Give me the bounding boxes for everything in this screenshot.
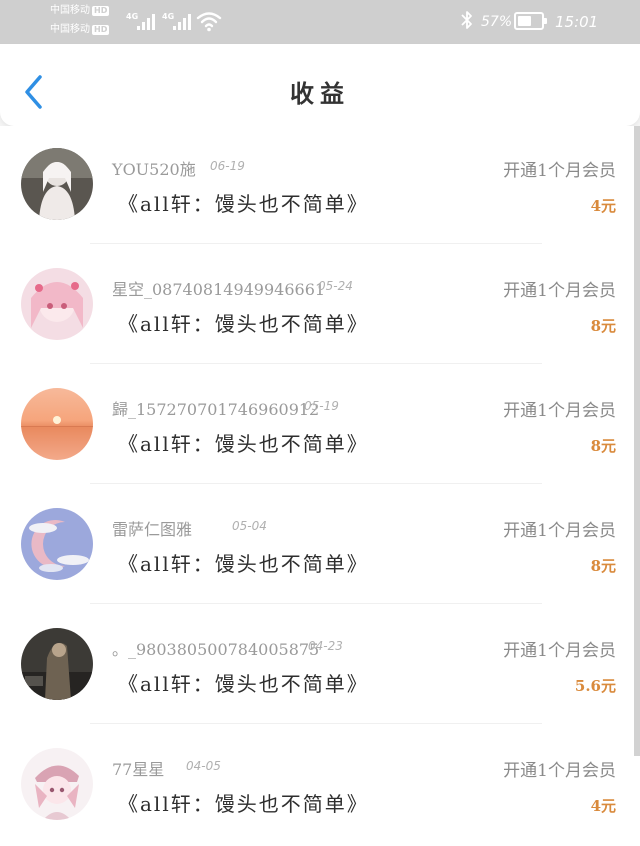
title: 《all轩：馒头也不简单》 xyxy=(118,792,369,816)
wifi-icon xyxy=(196,12,222,32)
title: 《all轩：馒头也不简单》 xyxy=(118,312,369,336)
list-item[interactable]: 歸_157270701746960912 05-19 《all轩：馒头也不简单》… xyxy=(0,366,632,486)
username: YOU520施 xyxy=(112,160,196,179)
list-item[interactable]: 77星星 04-05 《all轩：馒头也不简单》 开通1个月会员 4元 xyxy=(0,726,632,846)
list-item[interactable]: 。_980380500784005875 04-23 《all轩：馒头也不简单》… xyxy=(0,606,632,726)
list-item[interactable]: YOU520施 06-19 《all轩：馒头也不简单》 开通1个月会员 4元 xyxy=(0,126,632,246)
signal-icon: 4G xyxy=(126,12,158,30)
description: 开通1个月会员 xyxy=(503,761,616,781)
title: 《all轩：馒头也不简单》 xyxy=(118,552,369,576)
carrier-2: 中国移动 HD xyxy=(50,24,110,36)
avatar xyxy=(21,508,93,580)
description: 开通1个月会员 xyxy=(503,401,616,421)
description: 开通1个月会员 xyxy=(503,641,616,661)
amount: 8元 xyxy=(590,437,616,455)
username: 歸_157270701746960912 xyxy=(112,400,320,419)
list-item[interactable]: 星空_08740814949946661 05-24 《all轩：馒头也不简单》… xyxy=(0,246,632,366)
date: 05-19 xyxy=(304,399,339,413)
username: 雷萨仁图雅 xyxy=(112,520,193,539)
carrier-1: 中国移动 HD xyxy=(50,5,110,17)
clock: 15:01 xyxy=(555,13,599,31)
divider xyxy=(90,723,542,724)
battery-fill xyxy=(518,16,531,26)
scrollbar[interactable] xyxy=(634,126,640,756)
network-label-1: 4G xyxy=(126,12,139,21)
avatar xyxy=(21,268,93,340)
title: 《all轩：馒头也不简单》 xyxy=(118,672,369,696)
divider xyxy=(90,483,542,484)
bluetooth-icon xyxy=(461,11,472,29)
amount: 5.6元 xyxy=(574,677,616,695)
amount: 4元 xyxy=(590,797,616,815)
battery-icon xyxy=(514,12,547,30)
divider xyxy=(90,363,542,364)
list-item[interactable]: 雷萨仁图雅 05-04 《all轩：馒头也不简单》 开通1个月会员 8元 xyxy=(0,486,632,606)
date: 05-24 xyxy=(318,279,353,293)
hd-badge-2: HD xyxy=(92,25,110,35)
carrier-2-name: 中国移动 xyxy=(50,24,90,35)
status-bar: 中国移动 HD 中国移动 HD 4G 4G 57% 15:01 xyxy=(0,0,640,44)
amount: 8元 xyxy=(590,557,616,575)
description: 开通1个月会员 xyxy=(503,521,616,541)
username: 77星星 xyxy=(112,760,165,779)
carrier-1-name: 中国移动 xyxy=(50,5,90,16)
divider xyxy=(90,603,542,604)
description: 开通1个月会员 xyxy=(503,281,616,301)
page-title: 收益 xyxy=(290,79,350,108)
avatar xyxy=(21,148,93,220)
date: 04-23 xyxy=(308,639,343,653)
divider xyxy=(90,243,542,244)
amount: 8元 xyxy=(590,317,616,335)
username: 星空_08740814949946661 xyxy=(112,280,326,299)
description: 开通1个月会员 xyxy=(503,161,616,181)
signal-icon-2: 4G xyxy=(162,12,194,30)
app-header: 收益 xyxy=(0,44,640,126)
battery-percent: 57% xyxy=(481,14,513,30)
date: 06-19 xyxy=(210,159,245,173)
earnings-list: YOU520施 06-19 《all轩：馒头也不简单》 开通1个月会员 4元 星… xyxy=(0,126,640,846)
date: 04-05 xyxy=(186,759,221,773)
hd-badge-1: HD xyxy=(92,6,110,16)
date: 05-04 xyxy=(232,519,267,533)
avatar xyxy=(21,388,93,460)
username: 。_980380500784005875 xyxy=(112,640,320,659)
amount: 4元 xyxy=(590,197,616,215)
title: 《all轩：馒头也不简单》 xyxy=(118,432,369,456)
avatar xyxy=(21,628,93,700)
title: 《all轩：馒头也不简单》 xyxy=(118,192,369,216)
network-label-2: 4G xyxy=(162,12,175,21)
avatar xyxy=(21,748,93,820)
